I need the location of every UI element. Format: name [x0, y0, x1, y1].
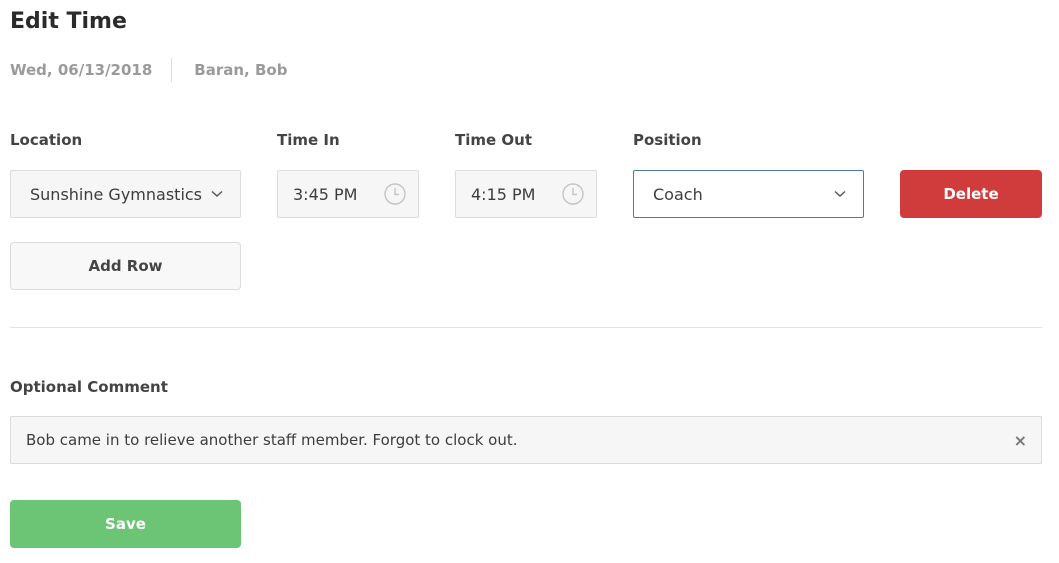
location-value: Sunshine Gymnastics: [30, 184, 203, 204]
chevron-down-icon: [211, 190, 223, 197]
location-label: Location: [10, 131, 83, 149]
time-in-label: Time In: [277, 131, 340, 149]
comment-value: Bob came in to relieve another staff mem…: [26, 431, 518, 449]
close-icon[interactable]: ×: [1014, 431, 1027, 450]
time-out-value: 4:15 PM: [471, 184, 536, 204]
meta-divider: [171, 58, 173, 82]
edit-time-page: Edit Time Wed, 06/13/2018 Baran, Bob Loc…: [0, 0, 1059, 563]
comment-input[interactable]: Bob came in to relieve another staff mem…: [10, 416, 1042, 464]
time-in-value: 3:45 PM: [293, 184, 358, 204]
position-value: Coach: [653, 184, 703, 204]
shift-date: Wed, 06/13/2018: [10, 61, 153, 79]
time-in-input[interactable]: 3:45 PM: [277, 170, 419, 218]
page-title: Edit Time: [10, 9, 127, 34]
clock-icon[interactable]: [384, 183, 406, 205]
comment-label: Optional Comment: [10, 378, 168, 396]
position-label: Position: [633, 131, 702, 149]
save-button[interactable]: Save: [10, 500, 241, 548]
section-divider: [10, 327, 1042, 328]
clock-icon[interactable]: [562, 183, 584, 205]
time-out-label: Time Out: [455, 131, 532, 149]
add-row-button[interactable]: Add Row: [10, 242, 241, 290]
chevron-down-icon: [834, 190, 846, 197]
location-select[interactable]: Sunshine Gymnastics: [10, 170, 241, 218]
time-out-input[interactable]: 4:15 PM: [455, 170, 597, 218]
delete-button[interactable]: Delete: [900, 170, 1042, 218]
shift-meta: Wed, 06/13/2018 Baran, Bob: [10, 57, 287, 83]
employee-name: Baran, Bob: [194, 61, 288, 79]
position-select[interactable]: Coach: [633, 170, 864, 218]
